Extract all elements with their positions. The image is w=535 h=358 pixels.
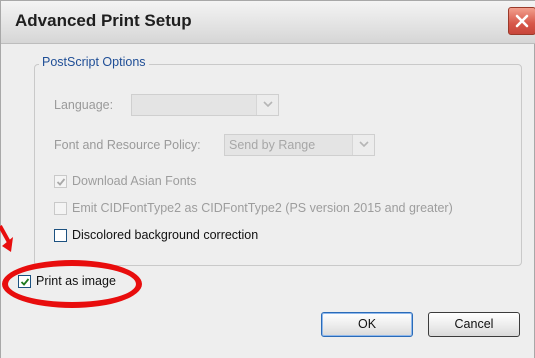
language-select[interactable]	[131, 94, 279, 116]
emit-cid-checkbox[interactable]	[54, 202, 67, 215]
download-asian-fonts-checkbox[interactable]	[54, 175, 67, 188]
dialog-title: Advanced Print Setup	[15, 11, 192, 30]
font-policy-label: Font and Resource Policy:	[54, 138, 201, 152]
discolored-background-label: Discolored background correction	[72, 228, 259, 242]
postscript-options-legend: PostScript Options	[39, 55, 149, 69]
dialog-body: PostScript Options Language: Font and Re…	[1, 44, 534, 358]
ok-button[interactable]: OK	[321, 312, 413, 337]
checkmark-icon	[56, 178, 66, 186]
chevron-down-icon	[263, 101, 273, 108]
close-button[interactable]	[508, 7, 535, 35]
emit-cid-label: Emit CIDFontType2 as CIDFontType2 (PS ve…	[72, 201, 453, 215]
close-icon	[515, 14, 529, 28]
chevron-down-icon	[359, 141, 369, 148]
font-policy-select[interactable]: Send by Range	[224, 134, 375, 156]
language-label: Language:	[54, 98, 114, 112]
language-dropdown-arrow[interactable]	[256, 95, 278, 115]
title-bar: Advanced Print Setup	[1, 1, 535, 44]
font-policy-dropdown-arrow[interactable]	[352, 135, 374, 155]
red-circle-annotation	[2, 260, 142, 308]
discolored-background-checkbox[interactable]	[54, 229, 67, 242]
cancel-button[interactable]: Cancel	[428, 312, 520, 337]
font-policy-value: Send by Range	[229, 138, 316, 152]
red-arrow-annotation-icon	[0, 225, 13, 252]
download-asian-fonts-label: Download Asian Fonts	[72, 174, 197, 188]
